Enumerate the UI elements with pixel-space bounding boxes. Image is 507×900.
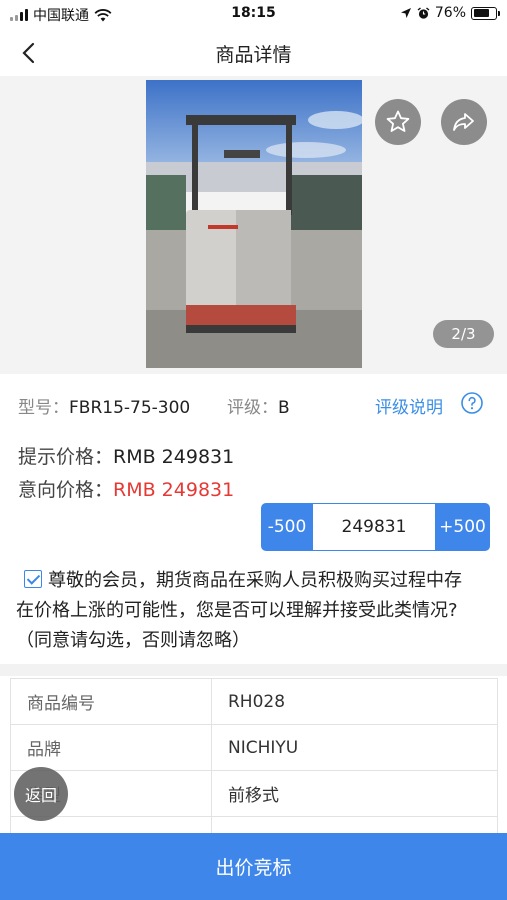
spec-key: 品牌 bbox=[10, 724, 212, 771]
status-right: 76% bbox=[400, 5, 500, 21]
section-divider bbox=[0, 664, 507, 676]
status-bar: 中国联通 18:15 76% bbox=[0, 0, 507, 28]
suggested-price-label: 提示价格： bbox=[18, 446, 114, 468]
battery-icon bbox=[471, 6, 500, 20]
decrease-500-button[interactable]: -500 bbox=[261, 503, 313, 551]
image-gallery[interactable]: 2/3 bbox=[0, 76, 507, 374]
model-value: FBR15-75-300 bbox=[69, 398, 191, 418]
share-button[interactable] bbox=[441, 99, 487, 145]
model-grade-row: 型号：FBR15-75-300 评级：B 评级说明 bbox=[18, 391, 490, 418]
page-title: 商品详情 bbox=[215, 44, 292, 66]
intended-price-value: RMB 249831 bbox=[113, 479, 235, 501]
price-input[interactable] bbox=[313, 504, 435, 550]
star-icon bbox=[386, 110, 410, 132]
agree-checkbox[interactable] bbox=[24, 570, 42, 588]
intended-price-row: 意向价格：RMB 249831 bbox=[18, 475, 234, 502]
alarm-icon bbox=[417, 6, 430, 19]
spec-value: NICHIYU bbox=[211, 724, 498, 771]
agreement-line-2: 在价格上涨的可能性，您是否可以理解并接受此类情况? bbox=[16, 600, 458, 621]
product-photo[interactable] bbox=[146, 80, 362, 368]
grade-explanation-link[interactable]: 评级说明 bbox=[375, 393, 443, 418]
suggested-price-row: 提示价格：RMB 249831 bbox=[18, 442, 234, 469]
forklift-image bbox=[146, 80, 362, 368]
intended-price-label: 意向价格： bbox=[18, 479, 114, 501]
agreement-line-1: 尊敬的会员，期货商品在采购人员积极购买过程中存 bbox=[48, 570, 462, 591]
table-row: 类型 前移式 bbox=[10, 770, 498, 817]
suggested-price-value: RMB 249831 bbox=[113, 446, 235, 468]
share-icon bbox=[453, 113, 474, 131]
nav-bar: 商品详情 bbox=[0, 28, 507, 76]
question-circle-icon[interactable] bbox=[460, 391, 484, 415]
price-agreement: 尊敬的会员，期货商品在采购人员积极购买过程中存 在价格上涨的可能性，您是否可以理… bbox=[16, 566, 496, 656]
bid-button[interactable]: 出价竞标 bbox=[0, 833, 507, 900]
spec-value: RH028 bbox=[211, 678, 498, 725]
table-row: 品牌 NICHIYU bbox=[10, 724, 498, 771]
battery-percent: 76% bbox=[434, 5, 466, 21]
agreement-line-3: （同意请勾选，否则请忽略） bbox=[16, 630, 250, 651]
spec-key: 商品编号 bbox=[10, 678, 212, 725]
location-arrow-icon bbox=[400, 8, 411, 18]
image-counter: 2/3 bbox=[433, 320, 494, 348]
price-stepper: -500 +500 bbox=[261, 503, 490, 551]
increase-500-button[interactable]: +500 bbox=[435, 503, 490, 551]
favorite-button[interactable] bbox=[375, 99, 421, 145]
model-label: 型号： bbox=[18, 398, 69, 418]
spec-value: 前移式 bbox=[211, 770, 498, 817]
grade-label: 评级： bbox=[227, 398, 279, 418]
floating-back-button[interactable]: 返回 bbox=[14, 767, 68, 821]
table-row: 商品编号 RH028 bbox=[10, 678, 498, 725]
grade-value: B bbox=[278, 398, 290, 418]
